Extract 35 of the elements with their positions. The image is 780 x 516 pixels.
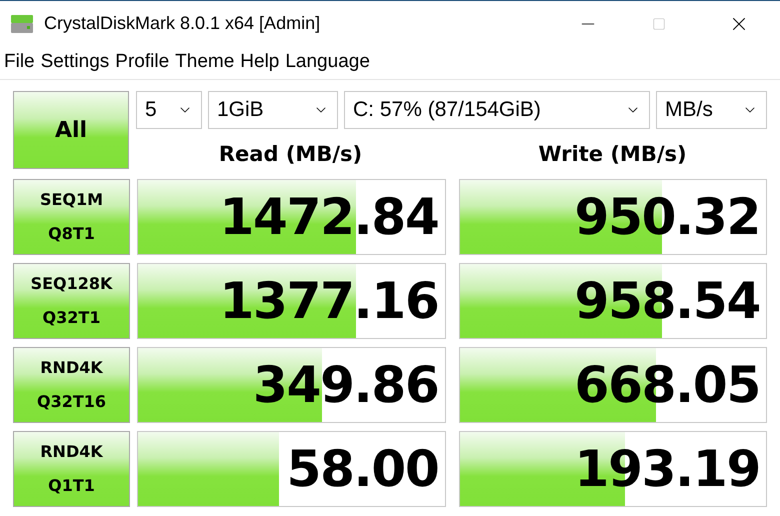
test-label[interactable]: RND4K Q32T16 [13,346,130,422]
test-label[interactable]: RND4K Q1T1 [13,430,130,506]
test-params: Q32T16 [36,390,106,412]
all-button[interactable]: All [13,91,129,169]
menu-item[interactable]: Theme [175,48,234,77]
result-value: 193.19 [574,444,760,494]
test-name: SEQ128K [30,272,112,294]
test-params: Q1T1 [48,474,95,496]
dropdown[interactable]: MB/s [656,91,767,129]
menu-item[interactable]: Profile [115,48,170,77]
result-value: 349.86 [253,360,438,410]
test-name: RND4K [40,440,103,462]
result-value: 1472.84 [220,192,438,242]
column-header: Write (MB/s) [537,141,688,168]
result-value: 958.54 [574,276,760,326]
test-params: Q8T1 [48,222,95,244]
test-params: Q32T1 [42,306,100,328]
dropdown[interactable]: 1GiB [208,91,338,129]
window-title: CrystalDiskMark 8.0.1 x64 [Admin] [44,12,320,35]
test-label[interactable]: SEQ128K Q32T1 [13,262,130,338]
result-value: 1377.16 [220,276,438,326]
result-value: 58.00 [286,444,438,494]
drive-icon [10,12,34,34]
menu-item[interactable]: Help [240,48,280,77]
test-name: SEQ1M [40,188,104,210]
menu-item[interactable]: Language [285,48,370,77]
test-name: RND4K [40,356,103,378]
dropdown[interactable]: C: 57% (87/154GiB) [344,91,650,129]
column-header: Read (MB/s) [218,141,364,168]
result-value: 668.05 [574,360,760,410]
dropdown[interactable]: 5 [136,91,202,129]
result-value: 950.32 [574,192,760,242]
test-label[interactable]: SEQ1M Q8T1 [13,178,130,254]
menu-item[interactable]: Settings [40,48,110,77]
menu-item[interactable]: File [4,48,35,77]
